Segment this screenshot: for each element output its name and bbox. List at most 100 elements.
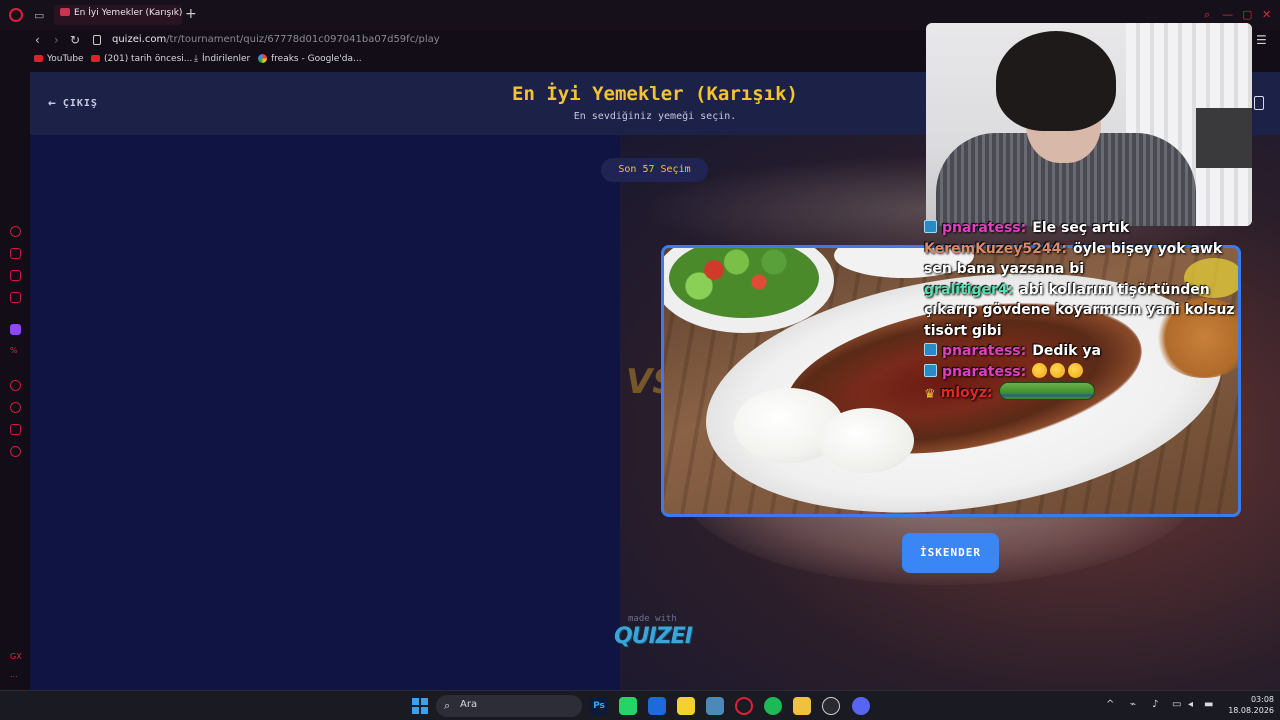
chat-username: pnaratess: [942, 363, 1027, 380]
windows-taskbar: ⌕ Ara Ps ^ ⌁ ♪ ▭ ◂ ▬ 03:08 18.08.2026 [0, 690, 1280, 720]
fullscreen-icon[interactable] [1254, 96, 1264, 110]
bookmark-label: freaks - Google'da... [271, 54, 362, 64]
prime-badge-icon [924, 220, 937, 233]
chat-message: pnaratess: Ele seç artık [924, 218, 1244, 239]
photoshop-icon[interactable]: Ps [590, 697, 608, 715]
bookmark-youtube[interactable]: YouTube [34, 54, 84, 64]
opera-gx-taskbar-icon[interactable] [735, 697, 753, 715]
more-icon[interactable]: ... [10, 670, 18, 679]
bookmark-label: İndirilenler [201, 54, 251, 64]
tab-title: En İyi Yemekler (Karışık) - I [74, 8, 182, 18]
chat-username: KeremKuzey5244: [924, 240, 1067, 257]
search-icon: ⌕ [444, 699, 451, 712]
bookmark-label: (201) tarih öncesi... [104, 54, 193, 64]
discord-icon[interactable] [852, 697, 870, 715]
url-path: /tr/tournament/quiz/67778d01c097041ba07d… [166, 34, 440, 45]
youtube-icon [91, 55, 100, 62]
download-icon: ⤓ [194, 54, 198, 64]
discount-icon[interactable]: % [10, 346, 18, 355]
choice-button[interactable]: İSKENDER [902, 533, 999, 573]
chat-message: pnaratess: Dedik ya [924, 341, 1244, 362]
quizei-logo[interactable]: QUIZEI [614, 624, 693, 649]
chat-username: pnaratess: [942, 220, 1027, 236]
taskbar-clock[interactable]: 03:08 18.08.2026 [1226, 694, 1274, 716]
search-tabs-icon[interactable]: ⌕ [1204, 8, 1210, 22]
prime-badge-icon [924, 343, 937, 356]
webcam-overlay [926, 23, 1252, 226]
speed-dial-icon[interactable] [10, 226, 21, 237]
network-icon[interactable]: ▭ [1172, 699, 1181, 710]
taskbar-search[interactable]: ⌕ Ara [436, 695, 582, 717]
twitch-icon[interactable] [10, 324, 21, 335]
minimize-icon[interactable]: — [1222, 8, 1233, 21]
bookmark-label: YouTube [47, 54, 84, 64]
lock-icon [93, 35, 101, 45]
round-badge: Son 57 Seçim [601, 158, 708, 182]
messenger-icon[interactable] [10, 270, 21, 281]
chat-message: KeremKuzey5244: öyle bişey yok awk sen ba… [924, 239, 1244, 280]
left-choice-panel[interactable] [30, 135, 620, 690]
chat-message: gralitiger4: abi kollarını tişörtünden çı… [924, 280, 1244, 342]
maximize-icon[interactable]: ▢ [1242, 8, 1252, 21]
easy-setup-icon[interactable]: ☰ [1256, 33, 1267, 47]
emote-group [1032, 362, 1086, 383]
made-with-label: made with [628, 614, 677, 624]
crown-badge-icon: ♛ [924, 387, 936, 402]
bookmark-google[interactable]: freaks - Google'da... [258, 54, 362, 64]
aria-icon[interactable] [10, 248, 21, 259]
chat-text: Ele seç artık [1032, 220, 1130, 236]
gx-label[interactable]: GX [10, 652, 22, 661]
stream-chat-overlay: pnaratess: Ele seç artık KeremKuzey5244: ö… [924, 218, 1244, 430]
battery-icon[interactable]: ▬ [1204, 699, 1213, 710]
steam-icon[interactable] [822, 697, 840, 715]
whatsapp-icon[interactable] [619, 697, 637, 715]
youtube-icon [34, 55, 43, 62]
pepe-emote-icon [998, 382, 1095, 400]
pen-app-icon[interactable] [648, 697, 666, 715]
tab-workspace-icon[interactable]: ▭ [34, 9, 48, 22]
windows-start-icon[interactable] [412, 698, 428, 714]
chat-message: ♛ mloyz: [924, 382, 1244, 406]
chat-username: mloyz: [940, 385, 993, 401]
opera-sidebar: % GX ... [0, 72, 30, 690]
back-icon[interactable]: ‹ [35, 33, 40, 47]
new-tab-button[interactable]: + [185, 6, 197, 22]
google-icon [258, 54, 267, 63]
chat-username: pnaratess: [942, 343, 1027, 359]
music-icon[interactable] [10, 292, 21, 303]
url-field[interactable]: quizei.com/tr/tournament/quiz/67778d01c0… [112, 34, 440, 45]
webcam-person-hair [996, 31, 1116, 131]
settings-icon[interactable] [10, 446, 21, 457]
screen: ▭ En İyi Yemekler (Karışık) - I + ⌕ — ▢ … [0, 0, 1280, 720]
volume-icon[interactable]: ◂ [1188, 699, 1193, 710]
bookmark-downloads[interactable]: ⤓ İndirilenler [194, 54, 250, 64]
spotify-icon[interactable] [764, 697, 782, 715]
sticky-notes-icon[interactable] [677, 697, 695, 715]
reload-icon[interactable]: ↻ [70, 33, 80, 47]
tray-chevron-icon[interactable]: ^ [1106, 699, 1114, 710]
search-placeholder: Ara [460, 699, 478, 710]
chat-text: Dedik ya [1032, 343, 1101, 359]
prime-badge-icon [924, 363, 937, 377]
photos-icon[interactable] [706, 697, 724, 715]
microphone-icon[interactable]: ♪ [1152, 699, 1158, 710]
clock-date: 18.08.2026 [1228, 706, 1274, 715]
clock-time: 03:08 [1250, 695, 1274, 704]
yogurt [819, 408, 914, 473]
file-explorer-icon[interactable] [793, 697, 811, 715]
active-tab[interactable]: En İyi Yemekler (Karışık) - I [54, 5, 182, 25]
opera-logo-icon[interactable] [9, 8, 23, 22]
url-domain: quizei.com [112, 34, 167, 45]
webcam-shelf [1196, 108, 1252, 168]
history-icon[interactable] [10, 402, 21, 413]
close-icon[interactable]: ✕ [1262, 8, 1271, 21]
emote-icon [1032, 362, 1048, 378]
tray-app-icon[interactable]: ⌁ [1130, 699, 1136, 710]
player-icon[interactable] [10, 380, 21, 391]
emote-icon [1068, 362, 1084, 378]
chat-message: pnaratess: [924, 362, 1244, 383]
bookmark-tarih[interactable]: (201) tarih öncesi... [91, 54, 192, 64]
chat-username: gralitiger4: [924, 281, 1014, 298]
extensions-icon[interactable] [10, 424, 21, 435]
forward-icon[interactable]: › [54, 33, 59, 47]
